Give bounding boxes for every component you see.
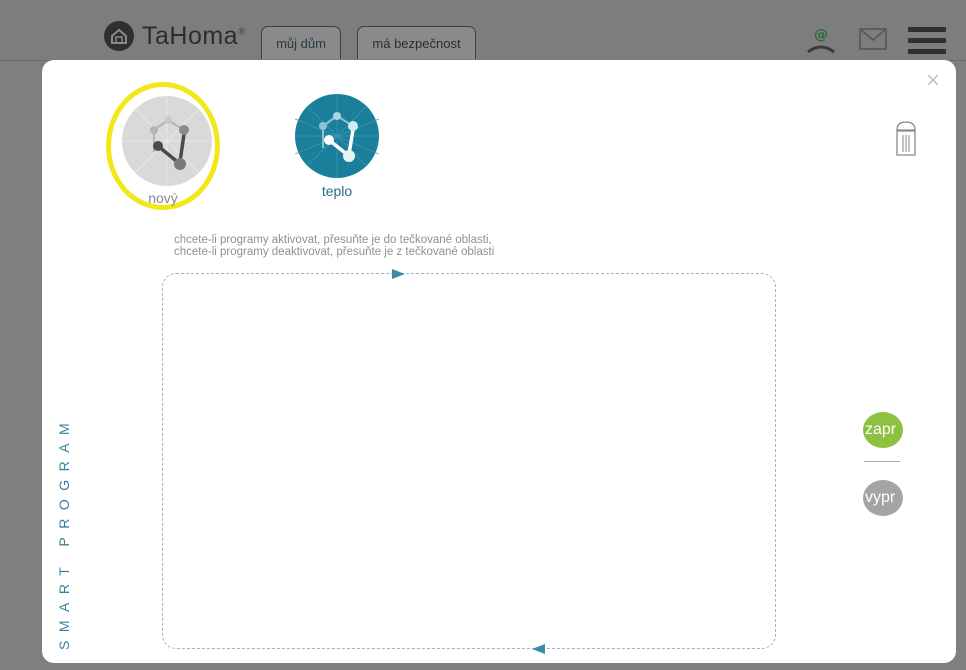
trash-icon[interactable]: [894, 120, 918, 156]
switch-on-button[interactable]: zapr: [863, 412, 903, 448]
smart-program-modal: × nový teplo chcete-li programy aktivova…: [42, 60, 956, 663]
brand-logo[interactable]: TaHoma®: [104, 21, 246, 51]
tab-my-home[interactable]: můj dům: [261, 26, 341, 59]
drag-instructions: chcete-li programy aktivovat, přesuňte j…: [174, 234, 495, 258]
program-heat[interactable]: teplo: [290, 94, 380, 202]
arrow-right-icon: [392, 269, 405, 279]
hamburger-menu-icon[interactable]: [908, 27, 946, 55]
program-heat-label: teplo: [321, 183, 353, 199]
active-programs-dropzone[interactable]: [162, 273, 776, 649]
program-new-label: nový: [148, 190, 178, 206]
close-icon[interactable]: ×: [922, 69, 944, 93]
envelope-icon[interactable]: [859, 28, 887, 50]
switch-off-button[interactable]: vypr: [863, 480, 903, 516]
smart-program-title: SMART PROGRAM: [56, 414, 72, 650]
top-bar: TaHoma® můj dům má bezpečnost @: [0, 0, 966, 61]
arrow-left-icon: [532, 644, 545, 654]
tab-my-security[interactable]: má bezpečnost: [357, 26, 476, 59]
program-new[interactable]: nový: [106, 82, 226, 214]
program-heat-icon: [294, 94, 380, 178]
toggle-divider: [864, 461, 900, 462]
brand-name: TaHoma®: [142, 21, 246, 50]
house-icon: [104, 21, 134, 51]
program-new-icon: [122, 96, 212, 186]
email-account-icon[interactable]: @: [804, 24, 838, 56]
svg-text:@: @: [814, 27, 828, 43]
